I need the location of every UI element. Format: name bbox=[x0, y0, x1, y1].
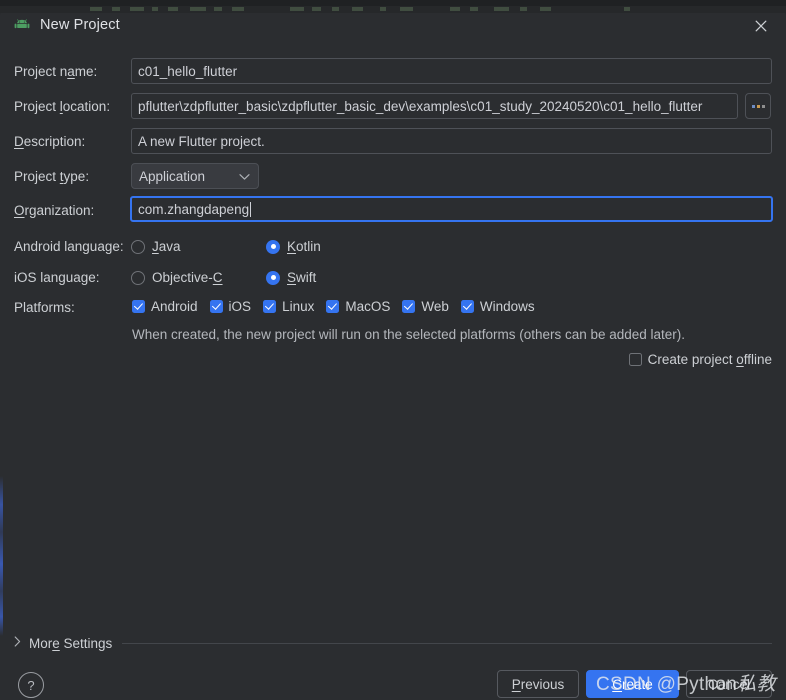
more-settings-expander[interactable]: More Settings bbox=[14, 634, 772, 652]
radio-icon-selected bbox=[266, 239, 280, 254]
project-name-input[interactable]: c01_hello_flutter bbox=[131, 58, 772, 84]
android-robot-icon bbox=[14, 19, 30, 33]
description-input[interactable]: A new Flutter project. bbox=[131, 128, 772, 154]
more-settings-label: More Settings bbox=[29, 635, 113, 651]
organization-input[interactable]: com.zhangdapeng bbox=[130, 196, 773, 222]
android-language-label: Android language: bbox=[14, 239, 124, 254]
radio-icon-selected bbox=[266, 270, 280, 285]
cancel-button[interactable]: Cancel bbox=[686, 670, 772, 698]
checkbox-platform-android[interactable]: Android bbox=[132, 299, 198, 314]
checkbox-icon-checked bbox=[263, 300, 277, 313]
more-settings-divider bbox=[122, 642, 772, 644]
checkbox-label: Android bbox=[151, 299, 198, 314]
checkbox-create-project-offline[interactable]: Create project offline bbox=[628, 352, 772, 367]
organization-label: Organization: bbox=[14, 203, 95, 218]
dialog-title: New Project bbox=[40, 17, 120, 33]
radio-label: Swift bbox=[287, 270, 317, 285]
radio-label: Objective-C bbox=[152, 270, 223, 285]
checkbox-icon-checked bbox=[132, 300, 145, 313]
chevron-right-icon bbox=[14, 634, 21, 652]
radio-ios-objective-c[interactable]: Objective-C bbox=[131, 270, 223, 285]
left-edge-highlight-strip bbox=[0, 476, 3, 636]
platforms-label: Platforms: bbox=[14, 300, 75, 315]
platforms-checkbox-group: Android iOS Linux MacOS Web Windows bbox=[132, 299, 547, 314]
checkbox-label: iOS bbox=[228, 299, 252, 314]
checkbox-label: Linux bbox=[282, 299, 315, 314]
new-project-dialog: New Project Project name: c01_hello_flut… bbox=[0, 6, 786, 700]
checkbox-label: MacOS bbox=[345, 299, 391, 314]
checkbox-label: Create project offline bbox=[647, 352, 772, 367]
checkbox-platform-linux[interactable]: Linux bbox=[263, 299, 314, 314]
radio-icon bbox=[131, 239, 145, 254]
help-button[interactable]: ? bbox=[18, 672, 44, 698]
checkbox-label: Web bbox=[421, 299, 449, 314]
close-icon[interactable] bbox=[742, 11, 780, 41]
checkbox-label: Windows bbox=[479, 299, 535, 314]
project-name-label: Project name: bbox=[14, 64, 98, 79]
radio-ios-swift[interactable]: Swift bbox=[266, 270, 316, 285]
checkbox-platform-macos[interactable]: MacOS bbox=[326, 299, 390, 314]
description-label: Description: bbox=[14, 134, 86, 149]
project-type-label: Project type: bbox=[14, 169, 90, 184]
create-button[interactable]: Create bbox=[586, 670, 679, 698]
radio-android-java[interactable]: Java bbox=[131, 239, 181, 254]
checkbox-icon-checked bbox=[209, 300, 223, 313]
checkbox-icon-checked bbox=[326, 300, 340, 313]
project-location-input[interactable]: pflutter\zdpflutter_basic\zdpflutter_bas… bbox=[131, 93, 738, 119]
radio-label: Kotlin bbox=[287, 239, 321, 254]
platforms-hint-text: When created, the new project will run o… bbox=[132, 327, 686, 342]
checkbox-icon-checked bbox=[460, 300, 474, 313]
project-type-select[interactable]: Application bbox=[131, 163, 259, 189]
radio-android-kotlin[interactable]: Kotlin bbox=[266, 239, 321, 254]
checkbox-platform-web[interactable]: Web bbox=[402, 299, 449, 314]
checkbox-icon-unchecked bbox=[628, 353, 642, 366]
checkbox-platform-ios[interactable]: iOS bbox=[209, 299, 252, 314]
ios-language-label: iOS language: bbox=[14, 270, 100, 285]
browse-dots-icon[interactable] bbox=[745, 93, 771, 119]
project-location-label: Project location: bbox=[14, 99, 111, 114]
chevron-down-icon bbox=[239, 169, 250, 184]
checkbox-icon-checked bbox=[402, 300, 416, 313]
radio-icon bbox=[131, 270, 145, 285]
radio-label: Java bbox=[152, 239, 181, 254]
previous-button[interactable]: Previous bbox=[497, 670, 579, 698]
checkbox-platform-windows[interactable]: Windows bbox=[460, 299, 535, 314]
title-bar: New Project bbox=[0, 6, 786, 46]
